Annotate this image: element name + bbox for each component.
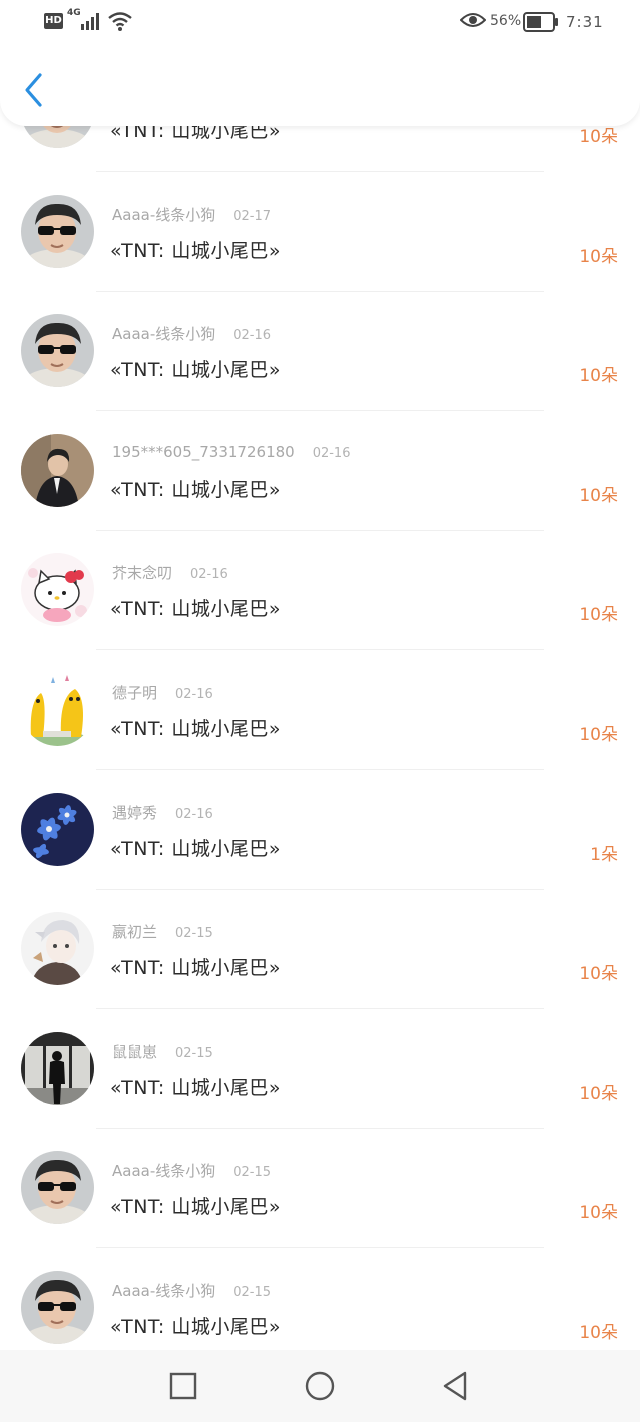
hd-icon: HD <box>44 13 63 29</box>
avatar[interactable] <box>21 1271 94 1344</box>
avatar[interactable] <box>21 553 94 626</box>
flower-count: 10朵 <box>579 964 618 985</box>
battery-icon <box>523 12 558 32</box>
list-item[interactable]: 遇婷秀 02-16 «TNT: 山城小尾巴» 1朵 <box>0 770 640 890</box>
list-item[interactable]: 芥末念叨 02-16 «TNT: 山城小尾巴» 10朵 <box>0 530 640 651</box>
date-label: 02-16 <box>312 445 351 461</box>
list-item[interactable]: Aaaa-线条小狗 02-17 «TNT: 山城小尾巴» 10朵 <box>0 172 640 292</box>
username[interactable]: Aaaa-线条小狗 <box>112 1162 215 1180</box>
row-meta: 嬴初兰 02-15 <box>112 921 213 942</box>
book-title: «TNT: 山城小尾巴» <box>110 1196 281 1219</box>
home-icon <box>305 1371 335 1401</box>
top-bar: HD 4G 56% 7:31 <box>0 0 640 126</box>
book-title: «TNT: 山城小尾巴» <box>110 478 281 501</box>
date-label: 02-16 <box>233 328 272 344</box>
avatar[interactable] <box>21 1151 94 1224</box>
date-label: 02-15 <box>175 1045 213 1061</box>
signal-icon <box>81 13 99 30</box>
row-meta: Aaaa-线条小狗 02-16 <box>112 323 271 344</box>
date-label: 02-17 <box>233 208 272 224</box>
book-title: «TNT: 山城小尾巴» <box>110 598 281 621</box>
book-title: «TNT: 山城小尾巴» <box>110 718 281 740</box>
flower-count: 10朵 <box>579 1203 618 1224</box>
username[interactable]: Aaaa-线条小狗 <box>112 1282 215 1300</box>
row-meta: Aaaa-线条小狗 02-15 <box>112 1280 271 1301</box>
flower-count: 1朵 <box>590 844 618 865</box>
username[interactable]: 德子明 <box>112 684 157 702</box>
list-item[interactable]: Aaaa-线条小狗 02-15 «TNT: 山城小尾巴» 10朵 <box>0 1248 640 1350</box>
row-meta: 德子明 02-16 <box>112 682 213 703</box>
avatar[interactable] <box>21 195 94 268</box>
back-triangle-icon <box>443 1371 467 1401</box>
home-button[interactable] <box>304 1370 336 1402</box>
back-button[interactable] <box>20 72 48 108</box>
date-label: 02-16 <box>175 806 213 822</box>
list-item[interactable]: 嬴初兰 02-15 «TNT: 山城小尾巴» 10朵 <box>0 889 640 1010</box>
status-bar: HD 4G 56% 7:31 <box>0 0 640 44</box>
clock: 7:31 <box>566 13 604 31</box>
flower-count: 10朵 <box>579 1323 618 1343</box>
avatar[interactable] <box>21 673 94 746</box>
book-title: «TNT: 山城小尾巴» <box>110 359 281 382</box>
date-label: 02-15 <box>175 926 213 942</box>
username[interactable]: 鼠鼠崽 <box>112 1043 157 1061</box>
flower-count: 10朵 <box>579 246 618 267</box>
username[interactable]: Aaaa-线条小狗 <box>112 206 215 224</box>
book-title: «TNT: 山城小尾巴» <box>110 239 281 262</box>
list-item[interactable]: 德子明 02-16 «TNT: 山城小尾巴» 10朵 <box>0 650 640 770</box>
system-nav-bar <box>0 1350 640 1422</box>
date-label: 02-15 <box>233 1165 272 1181</box>
recent-apps-icon <box>169 1372 197 1400</box>
username[interactable]: 嬴初兰 <box>112 923 157 941</box>
wifi-icon <box>108 12 132 31</box>
flower-count: 10朵 <box>579 366 618 387</box>
username[interactable]: 芥末念叨 <box>112 564 172 582</box>
username[interactable]: 195***605_7331726180 <box>112 443 295 461</box>
chevron-left-icon <box>25 73 42 107</box>
list-item[interactable]: 鼠鼠崽 02-15 «TNT: 山城小尾巴» 10朵 <box>0 1009 640 1129</box>
book-title: «TNT: 山城小尾巴» <box>110 957 281 980</box>
flower-count: 10朵 <box>579 1083 618 1104</box>
flower-count: 10朵 <box>579 725 618 745</box>
avatar[interactable] <box>21 912 94 985</box>
date-label: 02-15 <box>233 1285 272 1300</box>
recent-apps-button[interactable] <box>167 1370 199 1402</box>
back-nav-button[interactable] <box>440 1370 472 1402</box>
reader-list: «TNT: 山城小尾巴» 10朵 Aaaa-线条小狗 02-17 «TNT: 山城小尾巴… <box>0 0 640 1350</box>
row-meta: 芥末念叨 02-16 <box>112 562 228 583</box>
eye-icon <box>460 13 486 27</box>
row-meta: 195***605_7331726180 02-16 <box>112 443 350 461</box>
book-title: «TNT: 山城小尾巴» <box>110 837 281 860</box>
book-title: «TNT: 山城小尾巴» <box>110 1316 281 1338</box>
list-item[interactable]: 195***605_7331726180 02-16 «TNT: 山城小尾巴» 10朵 <box>0 411 640 531</box>
row-meta: 遇婷秀 02-16 <box>112 802 213 823</box>
avatar[interactable] <box>21 434 94 507</box>
network-type: 4G <box>67 8 81 18</box>
book-title: «TNT: 山城小尾巴» <box>110 1076 281 1099</box>
username[interactable]: Aaaa-线条小狗 <box>112 325 215 343</box>
avatar[interactable] <box>21 314 94 387</box>
flower-count: 10朵 <box>579 605 618 626</box>
avatar[interactable] <box>21 1032 94 1105</box>
row-meta: Aaaa-线条小狗 02-17 <box>112 204 271 225</box>
row-meta: 鼠鼠崽 02-15 <box>112 1041 213 1062</box>
date-label: 02-16 <box>175 687 213 702</box>
row-meta: Aaaa-线条小狗 02-15 <box>112 1160 271 1181</box>
date-label: 02-16 <box>190 567 228 583</box>
list-item[interactable]: Aaaa-线条小狗 02-15 «TNT: 山城小尾巴» 10朵 <box>0 1128 640 1249</box>
battery-percent: 56% <box>490 13 522 29</box>
avatar[interactable] <box>21 793 94 866</box>
list-item[interactable]: Aaaa-线条小狗 02-16 «TNT: 山城小尾巴» 10朵 <box>0 291 640 412</box>
flower-count: 10朵 <box>579 485 618 506</box>
username[interactable]: 遇婷秀 <box>112 804 157 822</box>
